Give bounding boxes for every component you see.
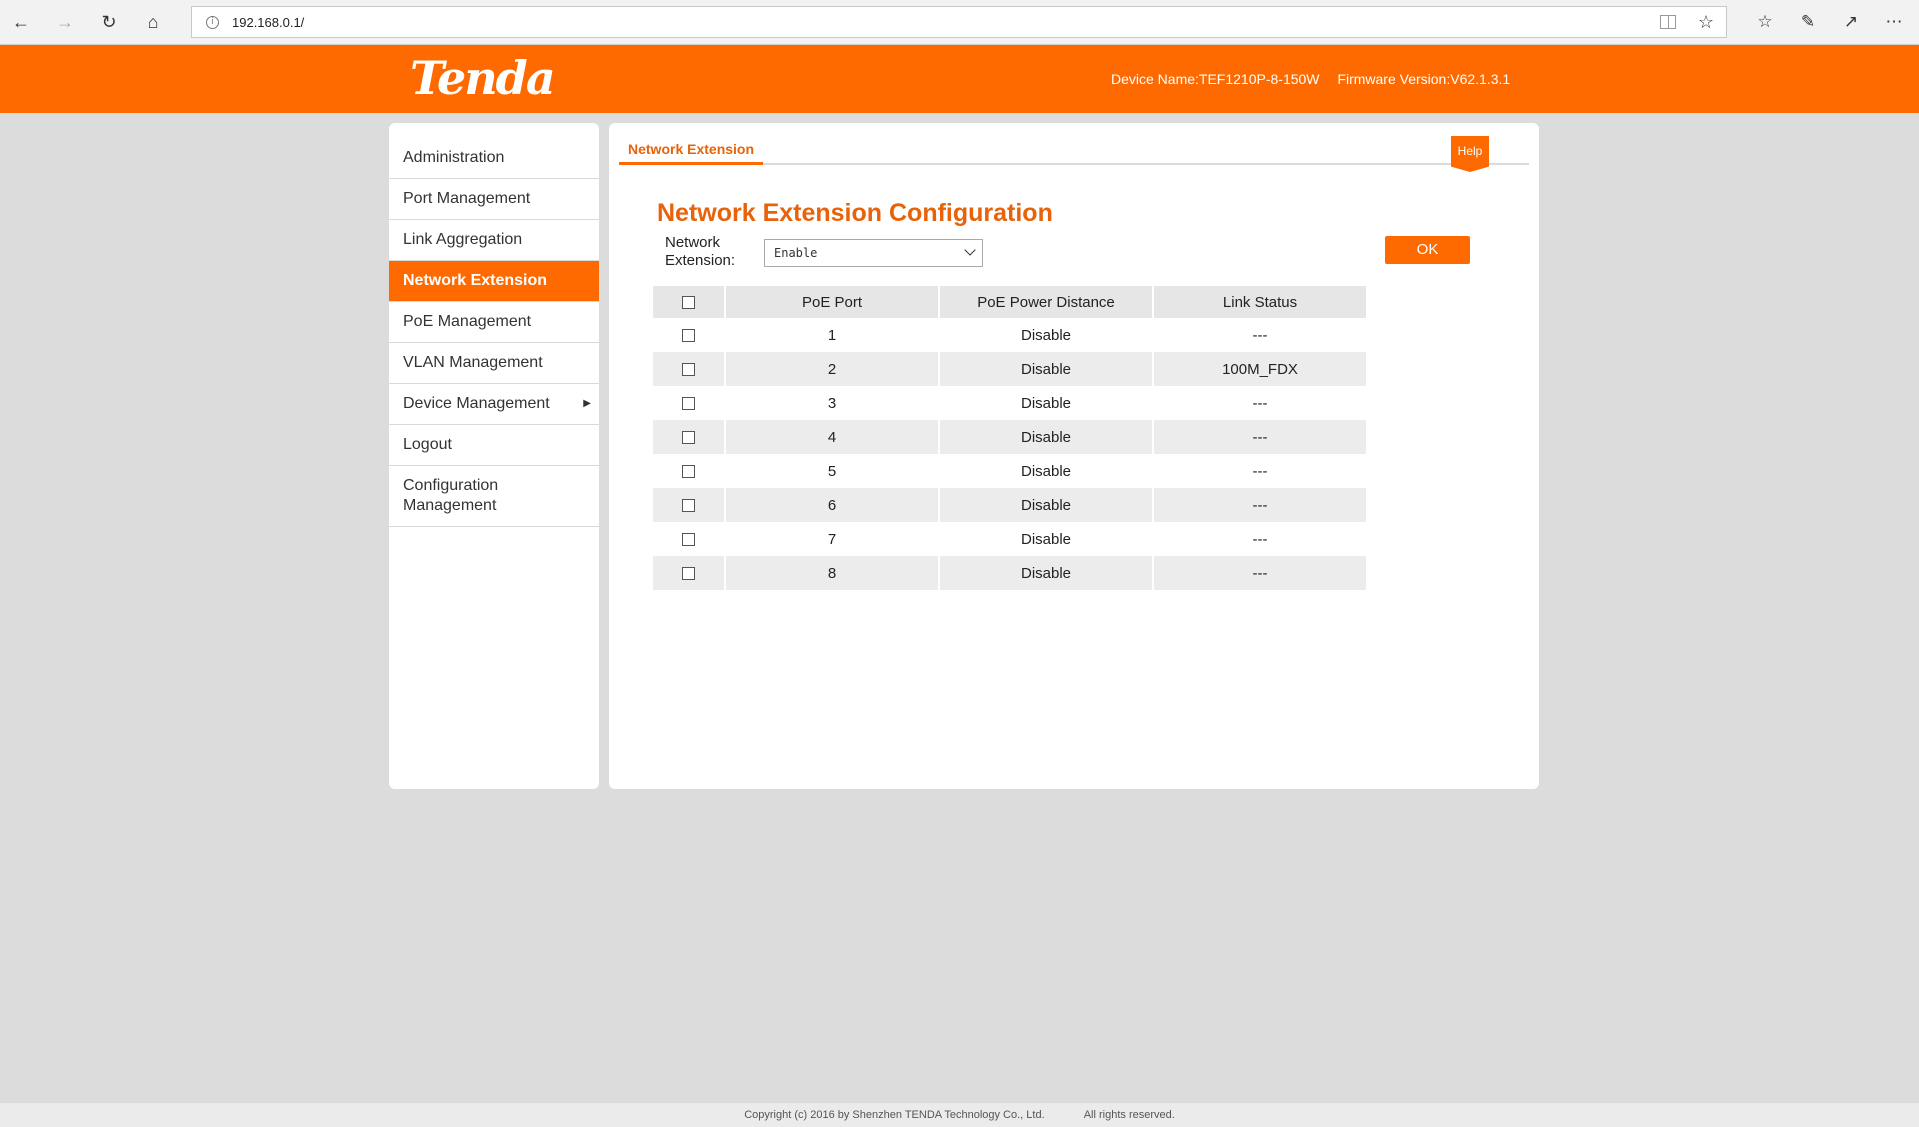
status-cell: --- (1153, 454, 1368, 488)
row-checkbox-cell (653, 556, 726, 590)
device-info: Device Name:TEF1210P-8-150W Firmware Ver… (1111, 71, 1510, 87)
distance-cell: Disable (939, 522, 1154, 556)
back-icon[interactable]: ← (8, 9, 34, 35)
table-row: 7 Disable --- (653, 522, 1368, 556)
status-cell: --- (1153, 522, 1368, 556)
row-checkbox[interactable] (682, 499, 695, 513)
port-cell: 6 (725, 488, 940, 522)
port-cell: 4 (725, 420, 940, 454)
status-cell: --- (1153, 488, 1368, 522)
poe-port-table: PoE Port PoE Power Distance Link Status … (653, 286, 1368, 590)
distance-cell: Disable (939, 318, 1154, 352)
sidebar-item-poe-management[interactable]: PoE Management (389, 302, 599, 343)
table-row: 2 Disable 100M_FDX (653, 352, 1368, 386)
row-checkbox-cell (653, 420, 726, 454)
row-checkbox-cell (653, 454, 726, 488)
network-extension-value: Enable (774, 246, 818, 260)
rights-text: All rights reserved. (1083, 1109, 1175, 1121)
copyright-text: Copyright (c) 2016 by Shenzhen TENDA Tec… (744, 1109, 1045, 1121)
favorites-list-icon[interactable]: ☆ (1752, 9, 1778, 35)
distance-cell: Disable (939, 352, 1154, 386)
port-cell: 8 (725, 556, 940, 590)
port-cell: 2 (725, 352, 940, 386)
port-cell: 7 (725, 522, 940, 556)
row-checkbox[interactable] (682, 533, 695, 547)
select-all-checkbox[interactable] (682, 296, 695, 310)
table-row: 5 Disable --- (653, 454, 1368, 488)
device-name: Device Name:TEF1210P-8-150W (1111, 71, 1320, 87)
row-checkbox-cell (653, 318, 726, 352)
main-panel: Network Extension Help Network Extension… (609, 123, 1539, 789)
row-checkbox[interactable] (682, 431, 695, 445)
sidebar-item-logout[interactable]: Logout (389, 425, 599, 466)
tenda-logo: Tenda (410, 51, 556, 105)
browser-toolbar: ← → ↻ ⌂ i 192.168.0.1/ ☆ ☆ ✎ ↗ ⋯ (0, 0, 1919, 45)
distance-cell: Disable (939, 488, 1154, 522)
status-cell: --- (1153, 420, 1368, 454)
pen-icon[interactable]: ✎ (1795, 9, 1821, 35)
submenu-arrow-icon: ▶ (583, 398, 591, 409)
distance-cell: Disable (939, 420, 1154, 454)
status-cell: --- (1153, 386, 1368, 420)
network-extension-label: Network Extension: (665, 234, 736, 269)
row-checkbox[interactable] (682, 567, 695, 581)
reading-view-icon[interactable] (1660, 15, 1676, 29)
status-cell: --- (1153, 318, 1368, 352)
forward-icon[interactable]: → (52, 9, 78, 35)
network-extension-select[interactable]: Enable (764, 239, 983, 267)
sidebar-item-administration[interactable]: Administration (389, 138, 599, 179)
home-icon[interactable]: ⌂ (140, 9, 166, 35)
row-checkbox[interactable] (682, 363, 695, 377)
page-title: Network Extension Configuration (657, 199, 1053, 227)
sidebar-item-port-management[interactable]: Port Management (389, 179, 599, 220)
address-bar[interactable]: i 192.168.0.1/ ☆ (191, 6, 1727, 38)
table-row: 8 Disable --- (653, 556, 1368, 590)
app-header: Tenda Device Name:TEF1210P-8-150W Firmwa… (0, 45, 1919, 113)
footer: Copyright (c) 2016 by Shenzhen TENDA Tec… (0, 1103, 1919, 1127)
row-checkbox[interactable] (682, 465, 695, 479)
row-checkbox[interactable] (682, 329, 695, 343)
share-icon[interactable]: ↗ (1838, 9, 1864, 35)
table-row: 6 Disable --- (653, 488, 1368, 522)
sidebar-item-vlan-management[interactable]: VLAN Management (389, 343, 599, 384)
url-text: 192.168.0.1/ (232, 15, 305, 30)
help-button[interactable]: Help (1451, 136, 1489, 172)
row-checkbox-cell (653, 352, 726, 386)
table-header-row: PoE Port PoE Power Distance Link Status (653, 286, 1368, 318)
column-header-link-status: Link Status (1153, 286, 1368, 318)
port-cell: 1 (725, 318, 940, 352)
status-cell: 100M_FDX (1153, 352, 1368, 386)
ok-button[interactable]: OK (1385, 236, 1470, 264)
port-cell: 5 (725, 454, 940, 488)
sidebar-item-network-extension[interactable]: Network Extension (389, 261, 599, 302)
table-row: 1 Disable --- (653, 318, 1368, 352)
row-checkbox-cell (653, 488, 726, 522)
tab-strip: Network Extension Help (619, 136, 1529, 172)
firmware-version: Firmware Version:V62.1.3.1 (1337, 71, 1511, 87)
tab-network-extension[interactable]: Network Extension (619, 139, 764, 165)
select-all-cell (653, 286, 726, 318)
sidebar: Administration Port Management Link Aggr… (389, 123, 599, 789)
row-checkbox-cell (653, 522, 726, 556)
distance-cell: Disable (939, 454, 1154, 488)
port-cell: 3 (725, 386, 940, 420)
column-header-poe-power-distance: PoE Power Distance (939, 286, 1154, 318)
more-icon[interactable]: ⋯ (1881, 9, 1907, 35)
table-row: 3 Disable --- (653, 386, 1368, 420)
row-checkbox[interactable] (682, 397, 695, 411)
column-header-poe-port: PoE Port (725, 286, 940, 318)
distance-cell: Disable (939, 556, 1154, 590)
sidebar-item-device-management[interactable]: Device Management ▶ (389, 384, 599, 425)
favorite-star-icon[interactable]: ☆ (1698, 12, 1714, 33)
sidebar-item-configuration-management[interactable]: Configuration Management (389, 466, 599, 527)
distance-cell: Disable (939, 386, 1154, 420)
chevron-down-icon (964, 244, 976, 256)
row-checkbox-cell (653, 386, 726, 420)
sidebar-item-link-aggregation[interactable]: Link Aggregation (389, 220, 599, 261)
refresh-icon[interactable]: ↻ (96, 9, 122, 35)
table-row: 4 Disable --- (653, 420, 1368, 454)
info-icon[interactable]: i (206, 16, 219, 29)
status-cell: --- (1153, 556, 1368, 590)
